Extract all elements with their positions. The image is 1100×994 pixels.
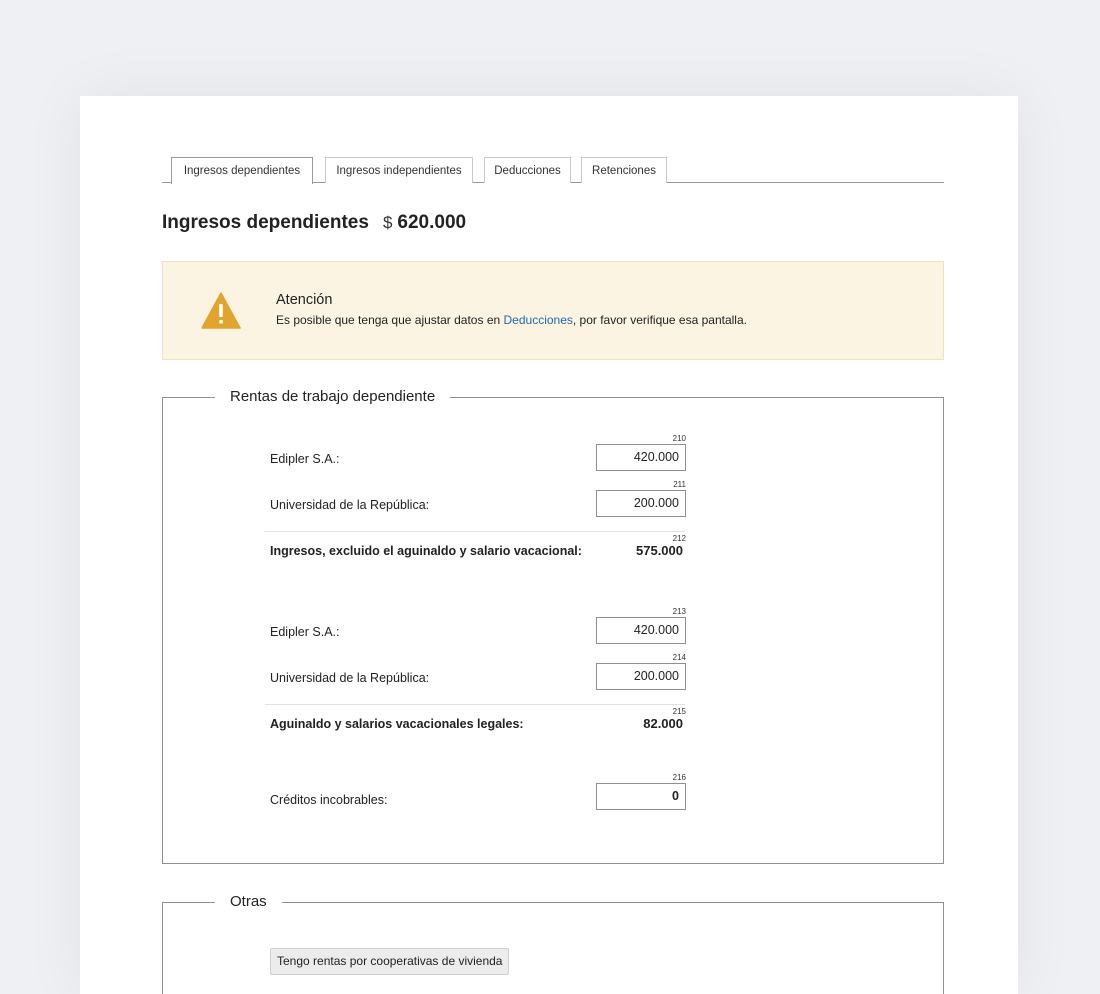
field-code: 210 <box>672 434 686 443</box>
field-code: 215 <box>672 707 686 716</box>
warning-triangle-icon <box>201 292 241 329</box>
row-label: Universidad de la República: <box>270 498 430 512</box>
subtotal-value: 575.000 <box>636 543 683 558</box>
tab-ingresos-dependientes[interactable]: Ingresos dependientes <box>171 157 313 184</box>
amount-input[interactable]: 200.000 <box>596 490 686 517</box>
currency-symbol: $ <box>382 213 393 232</box>
field-code: 211 <box>673 480 686 489</box>
page-title: Ingresos dependientes <box>162 212 369 233</box>
tab-ingresos-independientes[interactable]: Ingresos independientes <box>325 157 473 183</box>
cooperativas-vivienda-button[interactable]: Tengo rentas por cooperativas de viviend… <box>270 948 510 975</box>
attention-alert: Atención Es posible que tenga que ajusta… <box>162 261 944 360</box>
divider <box>265 531 685 532</box>
field-code: 214 <box>672 653 686 662</box>
field-code: 216 <box>672 773 686 782</box>
subtotal-value: 82.000 <box>643 716 683 731</box>
alert-text-after: , por favor verifique esa pantalla. <box>572 313 747 327</box>
row-label: Edipler S.A.: <box>270 625 340 639</box>
page-heading: Ingresos dependientes $ 620.000 <box>162 212 466 234</box>
row-214: 214 Universidad de la República: 200.000 <box>270 653 686 693</box>
alert-message: Es posible que tenga que ajustar datos e… <box>276 313 747 327</box>
row-212: 212 Ingresos, excluido el aguinaldo y sa… <box>270 534 686 564</box>
amount-input[interactable]: 200.000 <box>596 663 686 690</box>
rentas-legend: Rentas de trabajo dependiente <box>215 387 451 407</box>
tab-deducciones[interactable]: Deducciones <box>484 157 571 183</box>
row-label: Aguinaldo y salarios vacacionales legale… <box>270 717 524 731</box>
otras-legend: Otras <box>215 892 282 912</box>
row-label: Universidad de la República: <box>270 671 430 685</box>
amount-input[interactable]: 0 <box>596 783 686 810</box>
deducciones-link[interactable]: Deducciones <box>504 313 573 327</box>
row-215: 215 Aguinaldo y salarios vacacionales le… <box>270 707 686 737</box>
alert-title: Atención <box>276 292 333 308</box>
amount-input[interactable]: 420.000 <box>596 444 686 471</box>
row-216: 216 Créditos incobrables: 0 <box>270 773 686 813</box>
row-213: 213 Edipler S.A.: 420.000 <box>270 607 686 647</box>
amount-input[interactable]: 420.000 <box>596 617 686 644</box>
field-code: 212 <box>672 534 686 543</box>
alert-text-before: Es posible que tenga que ajustar datos e… <box>276 313 504 327</box>
row-label: Créditos incobrables: <box>270 793 388 807</box>
tab-bar: Ingresos dependientes Ingresos independi… <box>162 157 944 184</box>
field-code: 213 <box>672 607 686 616</box>
row-210: 210 Edipler S.A.: 420.000 <box>270 434 686 474</box>
divider <box>265 704 685 705</box>
total-amount: 620.000 <box>397 212 467 233</box>
otras-fieldset: Otras Tengo rentas por cooperativas de v… <box>162 892 944 994</box>
row-label: Ingresos, excluido el aguinaldo y salari… <box>270 544 582 558</box>
row-211: 211 Universidad de la República: 200.000 <box>270 480 686 520</box>
tab-retenciones[interactable]: Retenciones <box>581 157 667 183</box>
rentas-fieldset: Rentas de trabajo dependiente 210 Ediple… <box>162 387 944 864</box>
form-card: Ingresos dependientes Ingresos independi… <box>80 96 1018 994</box>
row-label: Edipler S.A.: <box>270 452 340 466</box>
